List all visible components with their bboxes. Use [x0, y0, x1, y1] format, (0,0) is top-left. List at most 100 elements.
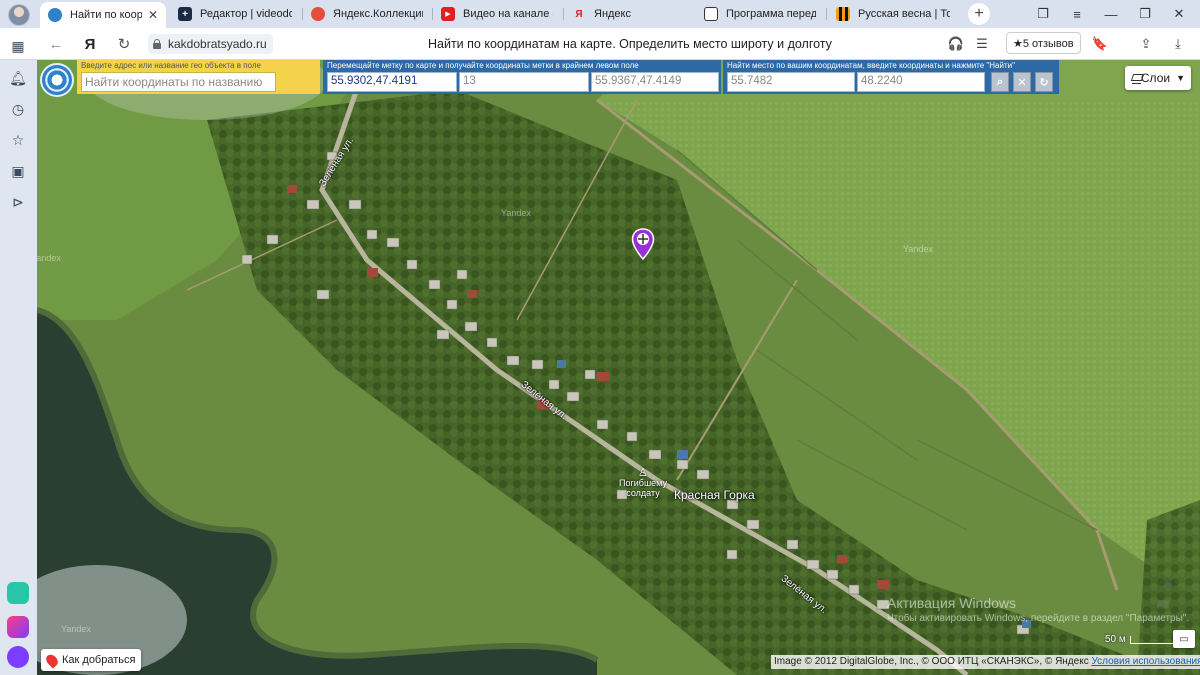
tabs-collections-icon[interactable]: ❐ — [1032, 4, 1054, 24]
map-copyright: Image © 2012 DigitalGlobe, Inc., © ООО И… — [771, 655, 1200, 669]
editor-favicon-icon: + — [178, 7, 192, 21]
yandex-watermark: Yandex — [501, 208, 531, 218]
ruler-icon: ▭ — [1179, 633, 1189, 645]
address-search-input[interactable]: Найти координаты по названию — [81, 72, 276, 92]
activation-subtitle: Чтобы активировать Windows, перейдите в … — [887, 613, 1190, 624]
tab-label: Яндекс.Коллекции — [333, 8, 423, 20]
ribbon-favicon-icon — [836, 7, 850, 21]
tv-favicon-icon — [704, 7, 718, 21]
lock-icon — [152, 39, 162, 49]
tab-find-coordinates[interactable]: Найти по координ ✕ — [40, 2, 166, 28]
page-title: Найти по координатам на карте. Определит… — [428, 37, 832, 51]
close-icon: ✕ — [1017, 76, 1027, 89]
latitude-input[interactable]: 55.7482 — [727, 72, 855, 92]
url-field[interactable]: kakdobratsyado.ru — [148, 34, 273, 54]
site-favicon-icon — [48, 8, 62, 22]
tab-label: Яндекс — [594, 8, 631, 20]
refresh-icon: ↻ — [1039, 76, 1049, 89]
clear-button[interactable]: ✕ — [1013, 72, 1031, 92]
alice-assistant-icon[interactable] — [7, 646, 29, 668]
tab-russian-spring[interactable]: Русская весна | Толь — [828, 2, 958, 26]
yandex-logo-icon[interactable]: Я — [80, 34, 100, 54]
layers-button[interactable]: Слои ▼ — [1125, 66, 1191, 90]
tab-label: Редактор | videodoro — [200, 8, 292, 20]
marker-coords-panel: Перемещайте метку по карте и получайте к… — [323, 60, 721, 94]
tab-strip: Найти по координ ✕ + Редактор | videodor… — [0, 0, 1200, 28]
monument-label: ♙ Погибшему солдату — [619, 467, 667, 499]
scale-label: 50 м — [1105, 634, 1126, 645]
layers-icon — [1131, 72, 1141, 84]
reload-icon[interactable]: ↻ — [114, 34, 134, 54]
search-button[interactable]: ⌕ — [991, 72, 1009, 92]
ruler-button[interactable]: ▭ — [1173, 630, 1195, 648]
reviews-badge[interactable]: ★5 отзывов — [1006, 32, 1081, 54]
music-app-icon[interactable] — [7, 616, 29, 638]
chevron-down-icon: ▼ — [1176, 73, 1185, 83]
history-icon[interactable]: ◷ — [8, 99, 28, 119]
tab-yandex[interactable]: Я Яндекс — [564, 2, 692, 26]
back-arrow-icon[interactable]: ← — [46, 34, 66, 54]
route-label: Как добраться — [62, 654, 136, 666]
tab-label: Программа передач — [726, 8, 816, 20]
yandex-watermark: Yandex — [61, 624, 91, 634]
tab-label: Найти по координ — [70, 9, 142, 21]
bookmark-icon[interactable]: 🔖 — [1090, 34, 1110, 54]
tab-close-icon[interactable]: ✕ — [148, 8, 158, 22]
menu-icon[interactable]: ≡ — [1066, 4, 1088, 24]
monument-text: Погибшему солдату — [619, 478, 667, 498]
copyright-text: Image © 2012 DigitalGlobe, Inc., © ООО И… — [774, 656, 1089, 667]
address-bar: ← Я ↻ kakdobratsyado.ru Найти по координ… — [0, 28, 1200, 60]
search-icon: ⌕ — [996, 75, 1004, 88]
layers-label: Слои — [1140, 71, 1171, 85]
headphones-icon[interactable]: 🎧 — [946, 34, 966, 54]
url-domain: kakdobratsyado.ru — [168, 37, 267, 51]
location-marker-icon[interactable] — [631, 228, 655, 260]
satellite-imagery — [37, 60, 1200, 675]
map-pin-icon — [43, 651, 61, 669]
refresh-button[interactable]: ↻ — [1035, 72, 1053, 92]
yandex-favicon-icon: Я — [575, 8, 583, 20]
tab-yandex-collections[interactable]: Яндекс.Коллекции — [303, 2, 431, 26]
tab-tv-program[interactable]: Программа передач — [696, 2, 824, 26]
new-tab-button[interactable]: + — [968, 3, 990, 25]
find-by-coords-panel: Найти место по вашим координатам, введит… — [723, 60, 1059, 94]
profile-avatar[interactable] — [8, 4, 30, 26]
download-icon[interactable]: ⤓ — [1168, 34, 1188, 54]
find-hint: Найти место по вашим координатам, введит… — [727, 61, 1015, 70]
close-window-icon[interactable]: ✕ — [1168, 4, 1190, 24]
messenger-app-icon[interactable] — [7, 582, 29, 604]
video-play-icon[interactable]: ⊳ — [8, 192, 28, 212]
windows-activation-watermark: Активация Windows Чтобы активировать Win… — [887, 595, 1189, 624]
marker-coords-field[interactable]: 55.9302,47.4191 — [327, 72, 457, 92]
longitude-input[interactable]: 48.2240 — [857, 72, 985, 92]
corner-coords-field[interactable]: 55.9367,47.4149 — [591, 72, 719, 92]
tab-separator — [826, 8, 827, 20]
collections-favicon-icon — [311, 7, 325, 21]
zoom-field[interactable]: 13 — [459, 72, 589, 92]
site-logo[interactable] — [40, 63, 74, 97]
address-hint: Введите адрес или название гео объекта в… — [81, 61, 261, 70]
satellite-map[interactable]: Зелёная ул. Зелёная ул. Зелёная ул. Yand… — [37, 60, 1200, 675]
restore-icon[interactable]: ❐ — [1134, 4, 1156, 24]
yandex-watermark: Yandex — [37, 253, 61, 263]
route-button[interactable]: Как добраться — [41, 649, 142, 671]
yandex-watermark: Yandex — [903, 244, 933, 254]
favorites-star-icon[interactable]: ☆ — [8, 130, 28, 150]
tab-label: Видео на канале - Yo — [463, 8, 553, 20]
notifications-icon[interactable]: 🔔︎ — [8, 68, 28, 88]
terms-link[interactable]: Условия использования — [1091, 656, 1200, 667]
address-search-panel: Введите адрес или название гео объекта в… — [77, 60, 320, 94]
marker-coords-hint: Перемещайте метку по карте и получайте к… — [327, 61, 639, 70]
settlement-label: Красная Горка — [674, 488, 755, 502]
activation-title: Активация Windows — [887, 595, 1017, 611]
youtube-favicon-icon: ▶ — [441, 7, 455, 21]
collections-icon[interactable]: ▣ — [8, 161, 28, 181]
share-icon[interactable]: ⇪ — [1136, 34, 1156, 54]
tab-videodoro[interactable]: + Редактор | videodoro — [170, 2, 300, 26]
monument-icon: ♙ — [638, 467, 648, 479]
tab-youtube-channel[interactable]: ▶ Видео на канале - Yo — [433, 2, 561, 26]
tab-label: Русская весна | Толь — [858, 8, 950, 20]
apps-grid-icon[interactable]: ▦ — [8, 36, 28, 56]
minimize-icon[interactable]: — — [1100, 4, 1122, 24]
reader-mode-icon[interactable]: ☰ — [972, 34, 992, 54]
